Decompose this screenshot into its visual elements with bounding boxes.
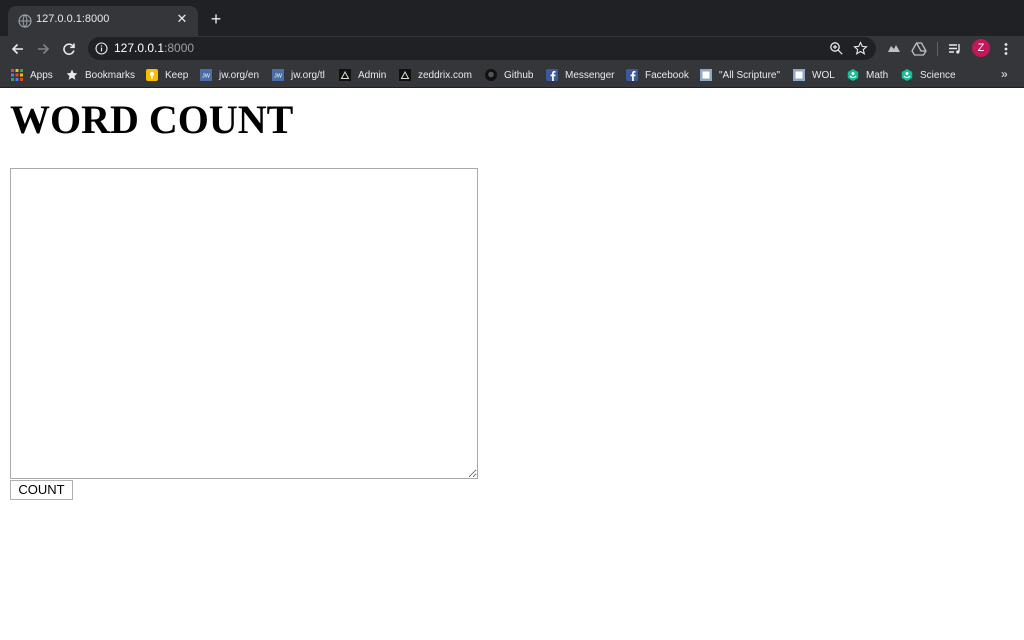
bookmark-wol[interactable]: WOL [793, 68, 835, 82]
jw-icon: JW [272, 69, 284, 81]
khan-icon [847, 69, 859, 81]
wol-icon [793, 69, 805, 81]
bookmark-messenger[interactable]: Messenger [546, 68, 614, 82]
reload-icon[interactable] [59, 39, 79, 59]
zoom-icon[interactable] [829, 41, 844, 56]
bookmark-all-scripture[interactable]: "All Scripture" [700, 68, 780, 82]
close-tab-icon[interactable]: ✕ [174, 11, 190, 27]
drive-icon[interactable] [911, 41, 927, 57]
star-bookmark-icon[interactable] [853, 41, 868, 56]
bookmark-keep[interactable]: Keep [146, 68, 188, 82]
profile-avatar[interactable]: Z [972, 39, 990, 57]
bookmark-jw-tl[interactable]: JW jw.org/tl [272, 68, 325, 82]
browser-tab[interactable]: 127.0.0.1:8000 ✕ [8, 6, 198, 36]
kebab-menu-icon[interactable] [998, 41, 1014, 57]
extension-icon[interactable] [886, 41, 902, 57]
star-icon [66, 69, 78, 80]
github-icon [485, 69, 497, 81]
bookmark-jw-en[interactable]: JW jw.org/en [200, 68, 259, 82]
toolbar-divider [937, 42, 938, 56]
new-tab-button[interactable]: + [207, 10, 225, 28]
media-queue-icon[interactable] [947, 41, 963, 57]
bookmark-math[interactable]: Math [847, 68, 888, 82]
bookmarks-bar: Apps Bookmarks Keep JW jw.org/en JW jw.o… [0, 62, 1024, 88]
tab-strip: 127.0.0.1:8000 ✕ + [0, 0, 1024, 36]
bookmark-facebook[interactable]: Facebook [626, 68, 689, 82]
wol-icon [700, 69, 712, 81]
forward-arrow-icon[interactable] [33, 39, 53, 59]
more-bookmarks-button[interactable]: » [1001, 67, 1008, 81]
bookmark-github[interactable]: Github [485, 68, 533, 82]
jw-icon: JW [200, 69, 212, 81]
svg-text:JW: JW [202, 74, 211, 80]
bookmark-zeddrix[interactable]: zeddrix.com [399, 68, 472, 82]
browser-toolbar: 127.0.0.1:8000 Z [0, 36, 1024, 62]
back-arrow-icon[interactable] [8, 39, 28, 59]
address-bar[interactable]: 127.0.0.1:8000 [88, 37, 876, 60]
tab-title: 127.0.0.1:8000 [36, 13, 110, 25]
count-button[interactable]: COUNT [10, 480, 73, 500]
keep-icon [146, 69, 158, 81]
khan-icon [901, 69, 913, 81]
svg-text:JW: JW [274, 74, 283, 80]
text-input-area[interactable] [10, 168, 478, 479]
page-title: WORD COUNT [10, 97, 294, 142]
info-icon[interactable] [95, 42, 108, 55]
apps-grid-icon [11, 69, 23, 81]
globe-icon [18, 14, 32, 28]
bookmark-apps[interactable]: Apps [11, 68, 53, 82]
admin-icon [339, 69, 351, 81]
zeddrix-icon [399, 69, 411, 81]
facebook-icon [546, 69, 558, 81]
facebook-icon [626, 69, 638, 81]
bookmark-science[interactable]: Science [901, 68, 956, 82]
bookmark-admin[interactable]: Admin [339, 68, 386, 82]
url-text: 127.0.0.1:8000 [114, 41, 195, 55]
bookmark-bookmarks[interactable]: Bookmarks [66, 68, 135, 82]
